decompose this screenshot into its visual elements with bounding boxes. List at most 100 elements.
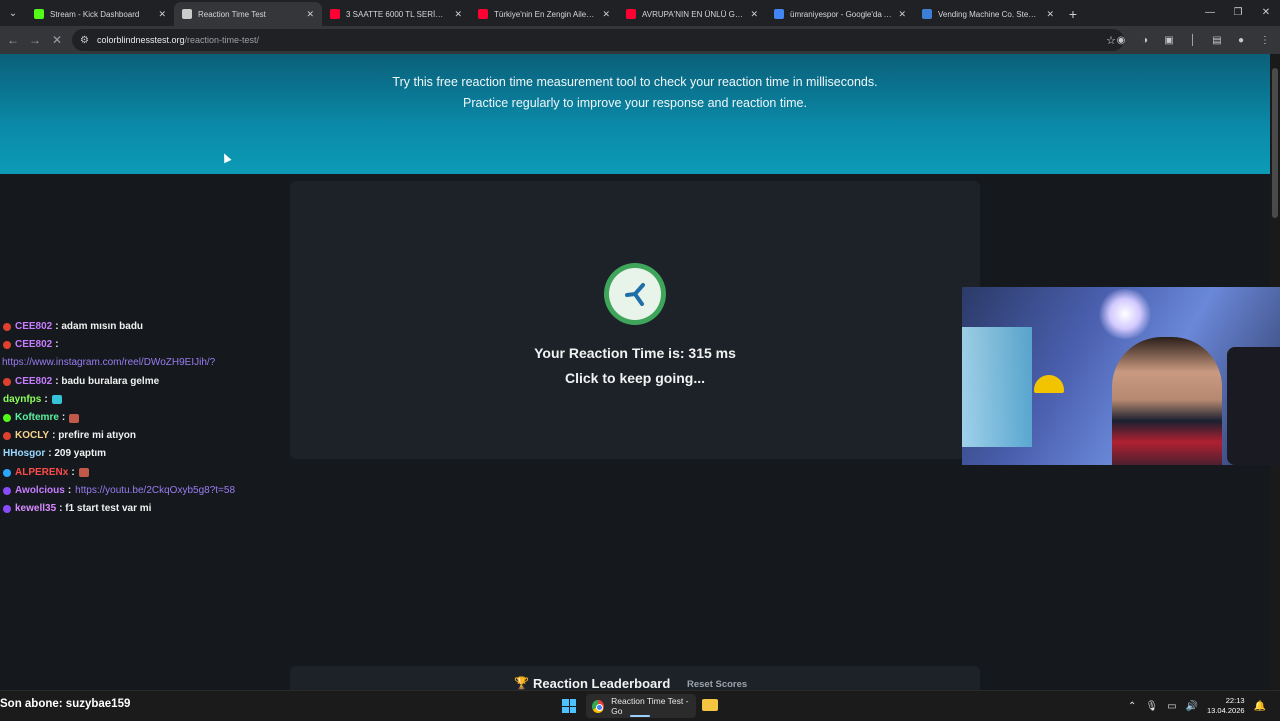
chat-message: HHosgor: 209 yaptım — [0, 445, 280, 463]
close-window-icon[interactable]: ✕ — [1252, 0, 1280, 24]
media-icon[interactable]: ◑ — [1138, 30, 1152, 50]
reaction-test-area[interactable]: Your Reaction Time is: 315 ms Click to k… — [290, 181, 980, 459]
chat-message: daynfps: — [0, 391, 280, 409]
chat-message: KOCLY: prefire mi atıyon — [0, 427, 280, 445]
file-explorer-icon[interactable] — [702, 699, 718, 711]
close-tab-icon[interactable]: ✕ — [602, 9, 610, 20]
toolbar-extensions: ◉ ◑ ▣ │ ▤ ● ⋮ — [1114, 30, 1272, 50]
chat-emote-icon — [51, 395, 62, 405]
chat-text: : — [44, 393, 48, 405]
hero-text-line1: Try this free reaction time measurement … — [392, 75, 878, 89]
google-icon — [774, 9, 784, 19]
chat-text: : f1 start test var mi — [59, 502, 152, 514]
chat-username[interactable]: CEE802 — [15, 373, 52, 391]
browser-tab[interactable]: Reaction Time Test ✕ — [174, 2, 322, 26]
chat-username[interactable]: Awolcious — [15, 482, 65, 500]
clock-date: 13.04.2026 — [1207, 706, 1245, 715]
menu-icon[interactable]: ⋮ — [1258, 30, 1272, 50]
tab-title: Stream - Kick Dashboard — [50, 9, 140, 19]
url-host: colorblindnesstest.org — [96, 35, 185, 45]
tray-chevron-icon[interactable]: ⌃ — [1128, 701, 1136, 712]
browser-tab[interactable]: Vending Machine Co. Steam'de ✕ — [914, 2, 1062, 26]
youtube-icon — [478, 9, 488, 19]
site-info-icon[interactable]: ⚙ — [80, 35, 89, 46]
restore-icon[interactable]: ❐ — [1224, 0, 1252, 24]
last-subscriber-text: Son abone: suzybae159 — [0, 698, 131, 710]
chat-username[interactable]: CEE802 — [15, 318, 52, 336]
chat-text: : — [67, 484, 72, 496]
close-tab-icon[interactable]: ✕ — [750, 9, 758, 20]
tab-search-icon[interactable]: ⌄ — [0, 0, 26, 26]
keep-going-prompt[interactable]: Click to keep going... — [290, 370, 980, 386]
chat-text: : — [71, 466, 75, 478]
address-bar[interactable]: ⚙ colorblindnesstest.org/reaction-time-t… — [72, 29, 1124, 51]
youtube-icon — [626, 9, 636, 19]
leaderboard-title: Reaction Leaderboard — [533, 676, 671, 690]
stop-loading-icon[interactable]: ✕ — [46, 29, 68, 51]
taskbar-clock[interactable]: 22:13 13.04.2026 — [1207, 696, 1245, 716]
chat-text: : 209 yaptım — [48, 448, 107, 460]
window-controls: — ❐ ✕ — [1196, 0, 1280, 24]
chat-link[interactable]: https://www.instagram.com/reel/DWoZH9EIJ… — [2, 354, 215, 372]
taskbar-chrome-button[interactable]: Reaction Time Test - Go — [586, 694, 696, 718]
loading-icon — [182, 9, 192, 19]
steam-icon — [922, 9, 932, 19]
windows-start-icon[interactable] — [562, 699, 576, 713]
close-tab-icon[interactable]: ✕ — [158, 9, 166, 20]
hexagon-light-shape — [1097, 289, 1153, 339]
chat-message: CEE802: adam mısın badu — [0, 318, 280, 336]
chat-link[interactable]: https://youtu.be/2CkqOxyb5g8?t=58 — [75, 482, 235, 500]
close-tab-icon[interactable]: ✕ — [1046, 9, 1054, 20]
browser-toolbar: ← → ✕ ⚙ colorblindnesstest.org/reaction-… — [0, 26, 1280, 54]
user-badge-icon — [3, 504, 11, 513]
chat-text: : prefire mi atıyon — [52, 430, 136, 442]
chat-username[interactable]: ALPERENx — [15, 464, 68, 482]
scrollbar-thumb[interactable] — [1272, 68, 1278, 218]
user-badge-icon — [3, 323, 11, 332]
new-tab-button[interactable]: + — [1062, 2, 1084, 26]
browser-tab[interactable]: AVRUPA'NIN EN ÜNLÜ GENELE ✕ — [618, 2, 766, 26]
tab-title: Türkiye'nin En Zengin Ailesi Ka — [494, 9, 597, 19]
network-icon[interactable]: ▭ — [1167, 701, 1176, 712]
hard-hat-shape — [1034, 375, 1064, 393]
url-path: /reaction-time-test/ — [184, 35, 260, 45]
close-tab-icon[interactable]: ✕ — [898, 9, 906, 20]
extension-icon[interactable]: ◉ — [1114, 30, 1128, 50]
leaderboard-card: 🏆 Reaction Leaderboard Reset Scores — [290, 666, 980, 690]
close-tab-icon[interactable]: ✕ — [454, 9, 462, 20]
close-tab-icon[interactable]: ✕ — [306, 9, 314, 20]
browser-tab[interactable]: Stream - Kick Dashboard ✕ — [26, 2, 174, 26]
tab-list: Stream - Kick Dashboard ✕ Reaction Time Te… — [26, 2, 1062, 26]
chat-username[interactable]: kewell35 — [15, 500, 56, 518]
chat-username[interactable]: Koftemre — [15, 409, 59, 427]
tab-title: Reaction Time Test — [198, 9, 266, 19]
back-icon[interactable]: ← — [2, 29, 24, 51]
microphone-icon[interactable]: 🎙 — [1145, 701, 1158, 712]
user-badge-icon — [3, 377, 11, 386]
browser-tab[interactable]: ümraniyespor - Google'da Ara ✕ — [766, 2, 914, 26]
puzzle-icon[interactable]: ▣ — [1162, 30, 1176, 50]
reset-scores-button[interactable]: Reset Scores — [687, 679, 747, 690]
chat-text: : badu buralara gelme — [55, 375, 160, 387]
chat-username[interactable]: KOCLY — [15, 427, 49, 445]
chat-text: : — [55, 339, 59, 351]
chat-username[interactable]: HHosgor — [3, 445, 45, 463]
browser-tab[interactable]: 3 SAATTE 6000 TL SERİSİ TARS ✕ — [322, 2, 470, 26]
volume-icon[interactable]: 🔊 — [1186, 701, 1198, 712]
notification-bell-icon[interactable]: 🔔 — [1254, 701, 1266, 712]
user-badge-icon — [3, 486, 11, 495]
chat-username[interactable]: CEE802 — [15, 336, 52, 354]
minimize-icon[interactable]: — — [1196, 0, 1224, 24]
chat-message: CEE802: — [0, 336, 280, 354]
chat-username[interactable]: daynfps — [3, 391, 41, 409]
clock-icon — [604, 263, 666, 325]
forward-icon[interactable]: → — [24, 29, 46, 51]
chat-message: Awolcious: https://youtu.be/2CkqOxyb5g8?t… — [0, 482, 280, 500]
sidebar-icon[interactable]: ▤ — [1210, 30, 1224, 50]
user-badge-icon — [3, 341, 11, 350]
browser-tab[interactable]: Türkiye'nin En Zengin Ailesi Ka ✕ — [470, 2, 618, 26]
tab-title: AVRUPA'NIN EN ÜNLÜ GENELE — [642, 9, 745, 19]
profile-icon[interactable]: ● — [1234, 30, 1248, 50]
windows-taskbar: Son abone: suzybae159 Reaction Time Test… — [0, 690, 1280, 720]
chat-message: Koftemre: — [0, 409, 280, 427]
